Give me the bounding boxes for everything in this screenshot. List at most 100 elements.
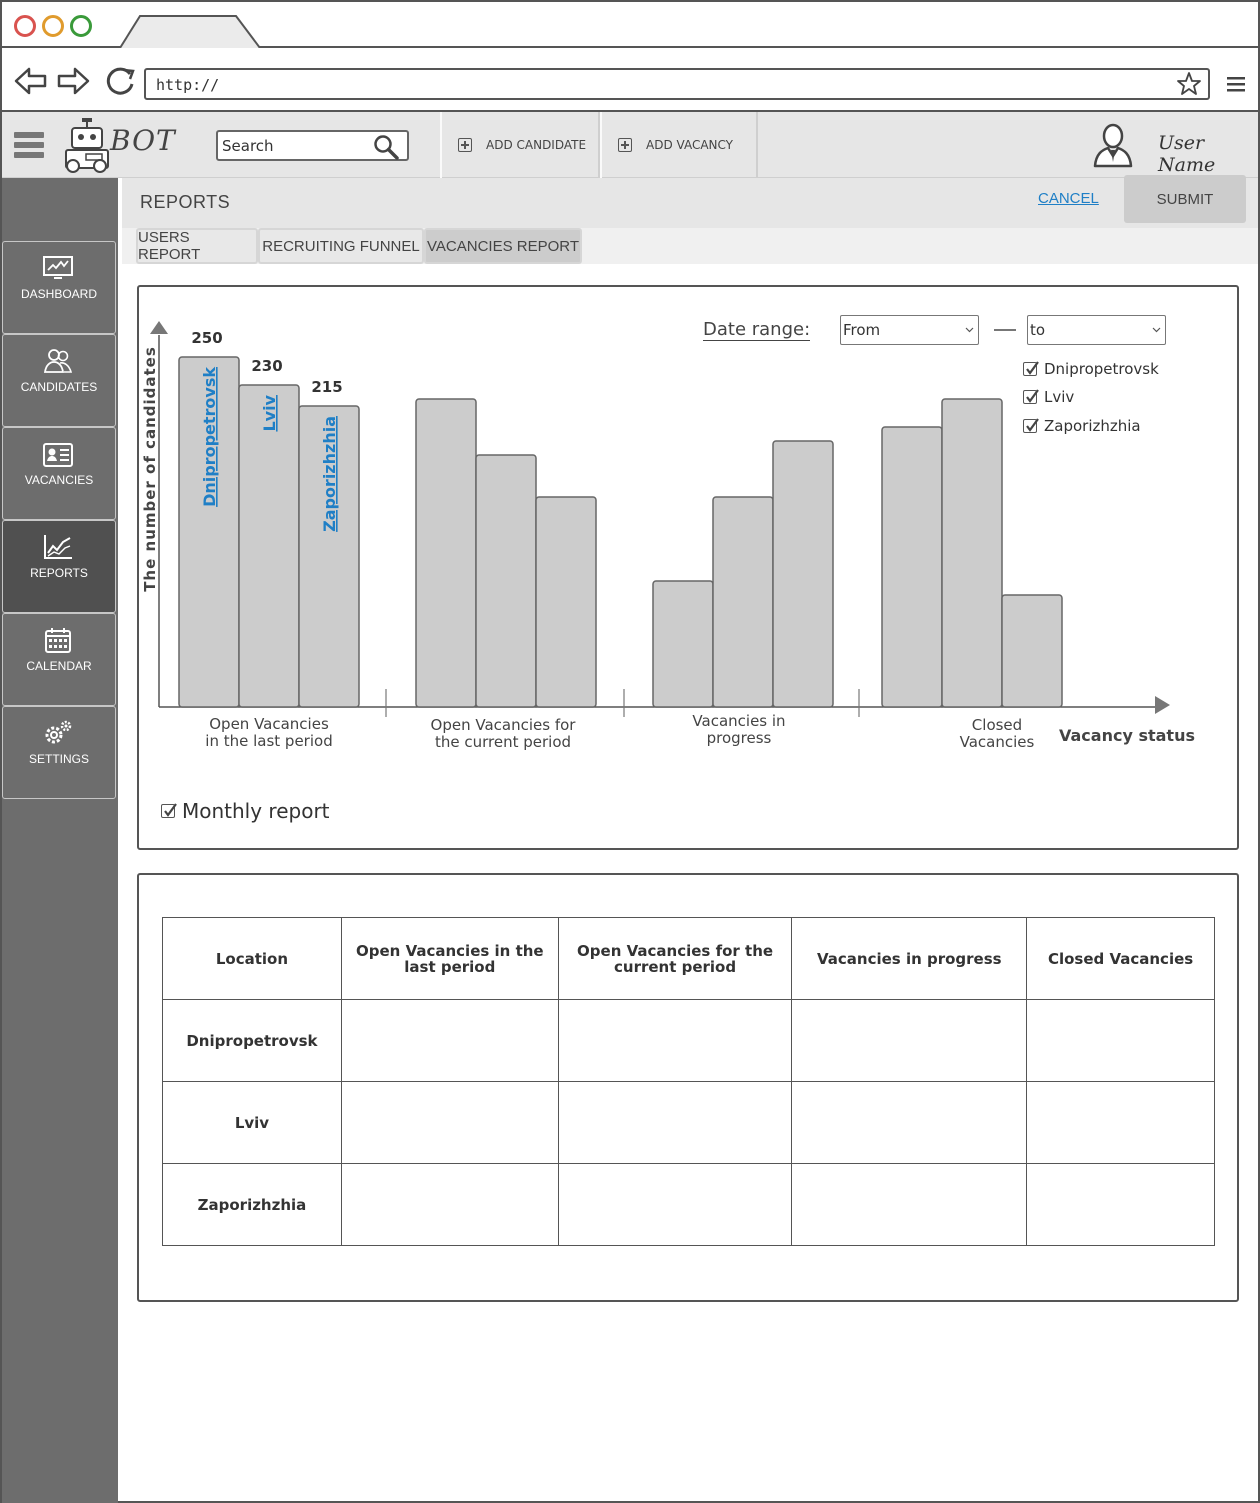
tab-recruiting-funnel[interactable]: RECRUITING FUNNEL [258, 228, 424, 264]
sidebar-item-dashboard[interactable]: DASHBOARD [2, 241, 116, 334]
table-cell [1026, 999, 1215, 1082]
add-candidate-button[interactable]: ADD CANDIDATE [440, 112, 600, 178]
cancel-link[interactable]: CANCEL [1038, 190, 1099, 207]
page-header: REPORTS CANCEL SUBMIT [122, 175, 1258, 228]
checkbox-checked[interactable] [1023, 389, 1039, 404]
monthly-report-checkbox[interactable]: Monthly report [161, 799, 330, 823]
chart-panel: 250 230 215 Dnipropetrovsk Lviv Zaporizhzhia T… [137, 285, 1239, 850]
user-name[interactable]: User Name [1158, 132, 1258, 176]
search-icon[interactable] [373, 134, 399, 160]
url-text: http:// [156, 76, 220, 94]
bar-dnipropetrovsk-2 [652, 580, 714, 708]
bar-zaporizhzhia-1 [535, 496, 597, 708]
table-cell [791, 1163, 1028, 1246]
search-placeholder: Search [222, 137, 274, 155]
browser-tab[interactable] [120, 14, 260, 50]
browser-titlebar [2, 2, 1258, 50]
checkbox-checked[interactable] [1023, 418, 1039, 433]
x-axis-arrow [1155, 696, 1170, 714]
bar-zaporizhzhia-2 [772, 440, 834, 708]
chevron-down-icon [965, 327, 974, 333]
vacancies-icon [43, 443, 73, 467]
plus-icon [458, 138, 472, 152]
category-label: the current period [435, 733, 571, 751]
row-label: Zaporizhzhia [162, 1163, 342, 1246]
bar-dnipropetrovsk-1 [415, 398, 477, 708]
browser-menu-icon[interactable] [1226, 76, 1246, 92]
date-to-select[interactable]: to [1027, 315, 1166, 345]
sidebar-item-settings[interactable]: SETTINGS [2, 706, 116, 799]
calendar-icon [45, 628, 71, 653]
location-label: Lviv [1044, 388, 1075, 406]
checkbox-checked[interactable] [1023, 361, 1039, 376]
category-label: Open Vacancies for [431, 716, 577, 734]
maximize-window-button[interactable] [70, 15, 92, 37]
sidebar-item-vacancies[interactable]: VACANCIES [2, 427, 116, 520]
category-label: Open Vacancies [209, 715, 329, 733]
url-input[interactable]: http:// [144, 68, 1210, 100]
sidebar-item-label: VACANCIES [24, 473, 94, 487]
date-range-separator [994, 329, 1016, 331]
location-filter-lviv[interactable]: Lviv [1023, 386, 1074, 408]
row-label: Lviv [162, 1081, 342, 1164]
category-label: Vacancies [960, 733, 1035, 751]
forward-arrow-icon[interactable] [56, 66, 90, 96]
robot-logo-icon [65, 118, 109, 173]
table-header-row: Location Open Vacancies in the last peri… [162, 917, 1215, 1000]
date-from-value: From [843, 321, 881, 339]
add-candidate-label: ADD CANDIDATE [486, 138, 587, 152]
tab-vacancies-report[interactable]: VACANCIES REPORT [424, 228, 582, 264]
bar-lviv-3 [941, 398, 1003, 708]
vacancies-table: Location Open Vacancies in the last peri… [162, 917, 1215, 1246]
sidebar-item-calendar[interactable]: CALENDAR [2, 613, 116, 706]
submit-button[interactable]: SUBMIT [1124, 175, 1246, 223]
chevron-down-icon [1152, 327, 1161, 333]
sidebar-item-candidates[interactable]: CANDIDATES [2, 334, 116, 427]
column-header-in-progress: Vacancies in progress [791, 917, 1028, 1000]
report-tabs: USERS REPORT RECRUITING FUNNEL VACANCIES… [122, 228, 1258, 264]
close-window-button[interactable] [14, 15, 36, 37]
date-range-label: Date range: [703, 319, 811, 341]
sidebar-item-reports[interactable]: REPORTS [2, 520, 116, 613]
settings-icon [45, 720, 72, 744]
plus-icon [618, 138, 632, 152]
tab-users-report[interactable]: USERS REPORT [136, 228, 258, 264]
location-filter-dnipropetrovsk[interactable]: Dnipropetrovsk [1023, 358, 1159, 380]
category-label: progress [707, 729, 772, 747]
column-header-open-current: Open Vacancies for the current period [557, 917, 793, 1000]
row-label: Dnipropetrovsk [162, 999, 342, 1082]
reload-icon[interactable] [104, 66, 138, 96]
table-cell [791, 1081, 1028, 1164]
table-row: Lviv [162, 1081, 1215, 1164]
date-range-label-text: Date range: [703, 319, 811, 341]
bookmark-star-icon[interactable] [1176, 71, 1202, 97]
sidebar-item-label: SETTINGS [28, 752, 89, 766]
hamburger-menu-icon[interactable] [14, 130, 44, 160]
table-row: Zaporizhzhia [162, 1163, 1215, 1246]
location-filter-zaporizhzhia[interactable]: Zaporizhzhia [1023, 415, 1141, 437]
location-label: Zaporizhzhia [1044, 417, 1141, 435]
checkbox-checked[interactable] [161, 803, 177, 818]
table-cell [791, 999, 1028, 1082]
column-header-closed: Closed Vacancies [1026, 917, 1215, 1000]
add-vacancy-label: ADD VACANCY [646, 138, 734, 152]
candidates-icon [43, 349, 73, 373]
location-label: Dnipropetrovsk [1044, 360, 1159, 378]
minimize-window-button[interactable] [42, 15, 64, 37]
category-label: Closed [972, 716, 1022, 734]
page-title: REPORTS [140, 192, 231, 212]
y-axis-arrow [150, 321, 168, 334]
table-cell [1026, 1081, 1215, 1164]
sidebar-item-label: CANDIDATES [20, 380, 98, 394]
bar-lviv-0 [238, 384, 300, 708]
date-from-select[interactable]: From [840, 315, 979, 345]
data-label: 215 [311, 378, 342, 396]
category-label: Vacancies in [692, 712, 785, 730]
back-arrow-icon[interactable] [14, 66, 48, 96]
table-cell [557, 999, 793, 1082]
user-avatar-icon[interactable] [1092, 122, 1134, 168]
add-vacancy-button[interactable]: ADD VACANCY [600, 112, 758, 178]
browser-addressbar: http:// [2, 48, 1258, 112]
sidebar-item-label: DASHBOARD [20, 287, 97, 301]
search-input[interactable]: Search [216, 130, 409, 161]
